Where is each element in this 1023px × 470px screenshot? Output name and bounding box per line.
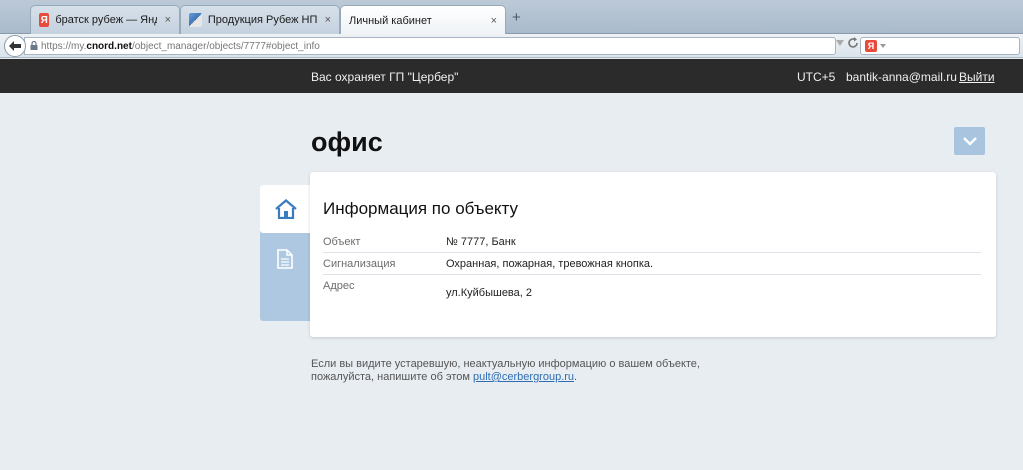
row-key: Сигнализация <box>323 258 396 270</box>
browser-tab-rubezh[interactable]: Продукция Рубеж НПО × <box>180 5 340 34</box>
url-domain: cnord.net <box>86 40 132 52</box>
search-box[interactable]: Я <box>860 37 1020 55</box>
row-key: Объект <box>323 236 361 248</box>
notice-suffix: . <box>574 371 578 383</box>
notice-line-1: Если вы видите устаревшую, неактуальную … <box>311 358 700 370</box>
user-email: bantik-anna@mail.ru <box>846 70 957 84</box>
address-bar[interactable]: https://my. cnord.net/object_manager/obje… <box>24 37 836 55</box>
chevron-down-icon <box>962 136 977 146</box>
tab-label: Личный кабинет <box>349 14 432 27</box>
site-header: Вас охраняет ГП "Цербер" UTC+5 bantik-an… <box>0 59 1023 93</box>
lock-icon <box>30 41 38 50</box>
rubezh-icon <box>189 13 202 27</box>
url-actions <box>836 37 859 49</box>
reload-icon[interactable] <box>847 37 859 49</box>
url-prefix: https://my. <box>41 40 87 52</box>
tab-label: Продукция Рубеж НПО <box>207 14 317 26</box>
protection-text: Вас охраняет ГП "Цербер" <box>311 70 459 84</box>
tab-label: братск рубеж — Яндекс: ... <box>55 14 156 26</box>
row-value: ул.Куйбышева, 2 <box>446 287 533 299</box>
row-value: Охранная, пожарная, тревожная кнопка. <box>446 258 654 270</box>
row-value: № 7777, Банк <box>446 236 516 248</box>
search-engine-dropdown-icon[interactable] <box>880 44 886 48</box>
dropdown-arrow-icon[interactable] <box>836 40 844 46</box>
timezone-label: UTC+5 <box>797 70 836 84</box>
browser-tab-cabinet[interactable]: Личный кабинет × <box>340 5 506 35</box>
logout-link[interactable]: Выйти <box>959 70 995 84</box>
url-path: /object_manager/objects/7777#object_info <box>131 40 320 52</box>
back-arrow-icon <box>9 41 21 51</box>
tab-documents[interactable] <box>260 238 310 280</box>
tab-object-info[interactable] <box>260 185 312 233</box>
browser-navbar: https://my. cnord.net/object_manager/obje… <box>0 34 1023 58</box>
row-key: Адрес <box>323 280 355 292</box>
info-row-alarm: Сигнализация Охранная, пожарная, тревожн… <box>323 256 981 275</box>
page-title: офис <box>311 127 383 157</box>
yandex-icon: Я <box>39 13 50 27</box>
close-tab-icon[interactable]: × <box>157 14 171 26</box>
card-title: Информация по объекту <box>323 199 519 218</box>
close-tab-icon[interactable]: × <box>483 15 497 27</box>
yandex-search-icon: Я <box>865 40 877 52</box>
object-menu-button[interactable] <box>954 127 985 155</box>
support-email-link[interactable]: pult@cerbergroup.ru <box>473 371 574 383</box>
new-tab-icon[interactable]: + <box>512 9 521 26</box>
document-icon <box>277 249 293 269</box>
object-info-card: Информация по объекту Объект № 7777, Бан… <box>310 172 996 337</box>
home-icon <box>275 199 297 219</box>
close-tab-icon[interactable]: × <box>317 14 331 26</box>
info-row-object: Объект № 7777, Банк <box>323 234 981 253</box>
back-button[interactable] <box>4 35 26 57</box>
notice-line-2: пожалуйста, напишите об этом <box>311 371 473 383</box>
browser-tab-yandex[interactable]: Я братск рубеж — Яндекс: ... × <box>30 5 180 34</box>
browser-tabstrip: Я братск рубеж — Яндекс: ... × Продукция… <box>0 0 1023 35</box>
outdated-info-notice: Если вы видите устаревшую, неактуальную … <box>311 358 811 384</box>
info-row-address: Адрес ул.Куйбышева, 2 <box>323 278 981 310</box>
